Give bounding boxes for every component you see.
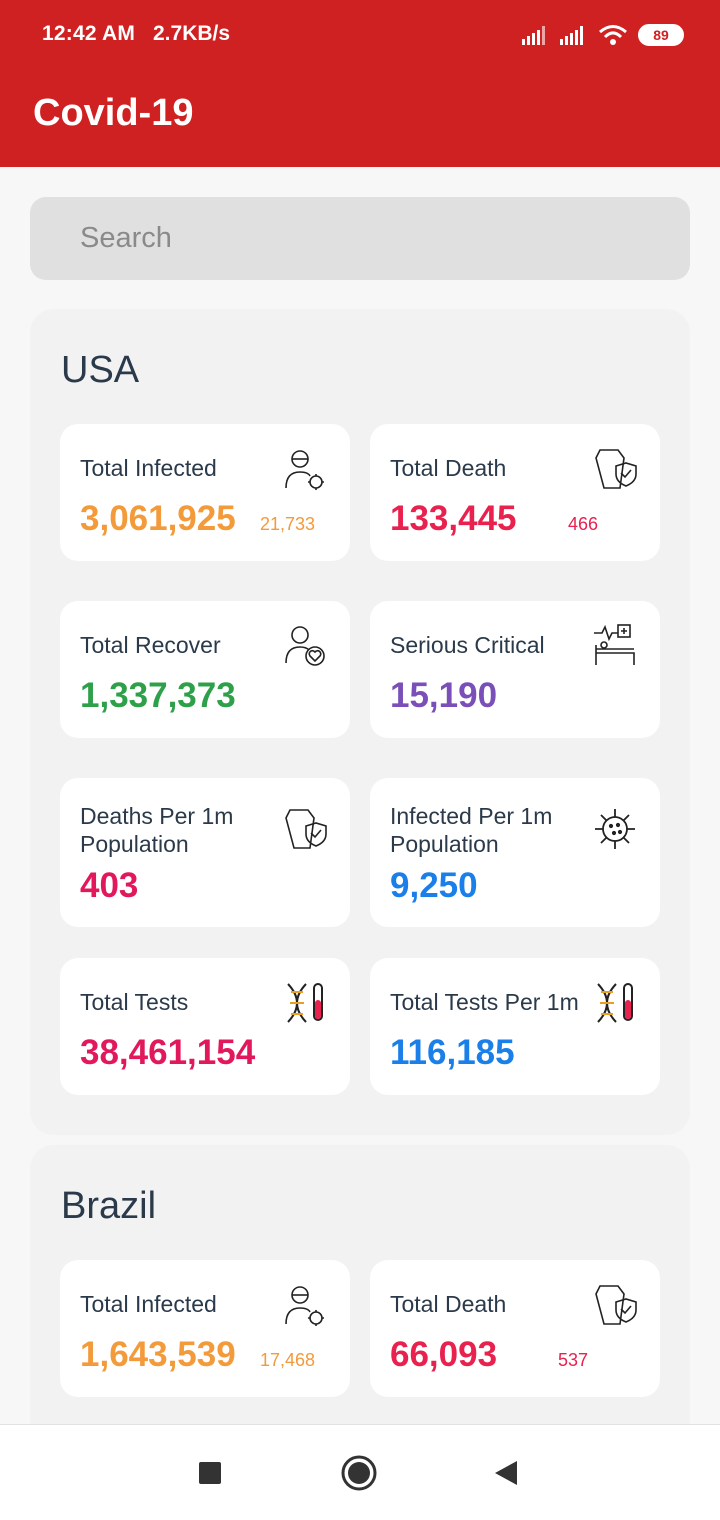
stat-value: 133,445: [390, 499, 517, 538]
status-net-speed: 2.7KB/s: [153, 22, 231, 45]
hospital-bed-icon: [594, 624, 635, 665]
stat-label: Infected Per 1m Population: [390, 803, 553, 857]
patient-virus-icon: [285, 1286, 324, 1326]
stat-total-death: Total Death 133,445 466: [370, 424, 660, 561]
home-circle-icon: [341, 1455, 377, 1491]
stat-label: Total Death: [390, 455, 507, 481]
stat-value: 15,190: [390, 676, 498, 715]
system-nav-bar: [0, 1424, 720, 1520]
stat-value: 403: [80, 866, 139, 905]
stat-value: 1,643,539: [80, 1335, 236, 1374]
country-name: USA: [61, 349, 140, 391]
stat-label: Total Recover: [80, 632, 221, 658]
app-title: Covid-19: [33, 92, 194, 134]
stat-label: Total Infected: [80, 1291, 217, 1317]
patient-virus-icon: [285, 450, 324, 490]
stat-delta: 17,468: [260, 1350, 316, 1370]
country-card-brazil: Brazil Total Infected 1,643,539 17,468 T…: [30, 1145, 690, 1445]
stat-total-tests: Total Tests 38,461,154: [60, 958, 350, 1095]
home-button[interactable]: [339, 1453, 379, 1493]
status-bar: 12:42 AM 2.7KB/s 89: [0, 0, 720, 70]
stat-infected-per-1m: Infected Per 1m Population 9,250: [370, 778, 660, 927]
stat-total-infected: Total Infected 1,643,539 17,468: [60, 1260, 350, 1397]
battery-icon: 89: [638, 24, 684, 46]
signal-icon: [522, 26, 545, 45]
recents-button[interactable]: [190, 1453, 230, 1493]
stat-label: Total Tests: [80, 989, 189, 1015]
coffin-shield-icon: [285, 809, 327, 849]
search-box[interactable]: [30, 197, 690, 280]
stat-label: Total Infected: [80, 455, 217, 481]
virus-icon: [595, 809, 635, 849]
coffin-shield-icon: [595, 449, 637, 489]
stat-total-death: Total Death 66,093 537: [370, 1260, 660, 1397]
stat-value: 116,185: [390, 1033, 515, 1072]
stat-label: Serious Critical: [390, 632, 545, 658]
app-bar: 12:42 AM 2.7KB/s 89 Covid-19: [0, 0, 720, 167]
stat-value: 1,337,373: [80, 676, 236, 715]
wifi-icon: [599, 25, 627, 45]
status-icons: 89: [522, 22, 684, 48]
stat-total-infected: Total Infected 3,061,925 21,733: [60, 424, 350, 561]
stat-value: 3,061,925: [80, 499, 236, 538]
status-time: 12:42 AM: [42, 22, 136, 45]
country-name: Brazil: [61, 1185, 157, 1227]
stat-delta: 466: [568, 514, 599, 534]
back-button[interactable]: [486, 1453, 526, 1493]
stat-total-recover: Total Recover 1,337,373: [60, 601, 350, 738]
square-icon: [199, 1462, 221, 1484]
stat-delta: 21,733: [260, 514, 316, 534]
country-card-usa: USA Total Infected 3,061,925 21,733 Tota…: [30, 309, 690, 1135]
stat-deaths-per-1m: Deaths Per 1m Population 403: [60, 778, 350, 927]
dna-test-tube-icon: [287, 983, 323, 1023]
stat-delta: 537: [558, 1350, 589, 1370]
back-triangle-icon: [495, 1461, 517, 1485]
stat-value: 9,250: [390, 866, 478, 905]
stat-label: Total Death: [390, 1291, 507, 1317]
coffin-shield-icon: [595, 1285, 637, 1325]
person-heart-icon: [285, 626, 325, 666]
search-input[interactable]: [80, 222, 640, 255]
dna-test-tube-icon: [597, 983, 633, 1023]
stat-label: Deaths Per 1m Population: [80, 803, 234, 857]
stat-serious-critical: Serious Critical 15,190: [370, 601, 660, 738]
stat-value: 66,093: [390, 1335, 498, 1374]
stat-label: Total Tests Per 1m: [390, 989, 579, 1015]
signal-icon: [560, 26, 583, 45]
stat-value: 38,461,154: [80, 1033, 256, 1072]
stat-total-tests-per-1m: Total Tests Per 1m 116,185: [370, 958, 660, 1095]
